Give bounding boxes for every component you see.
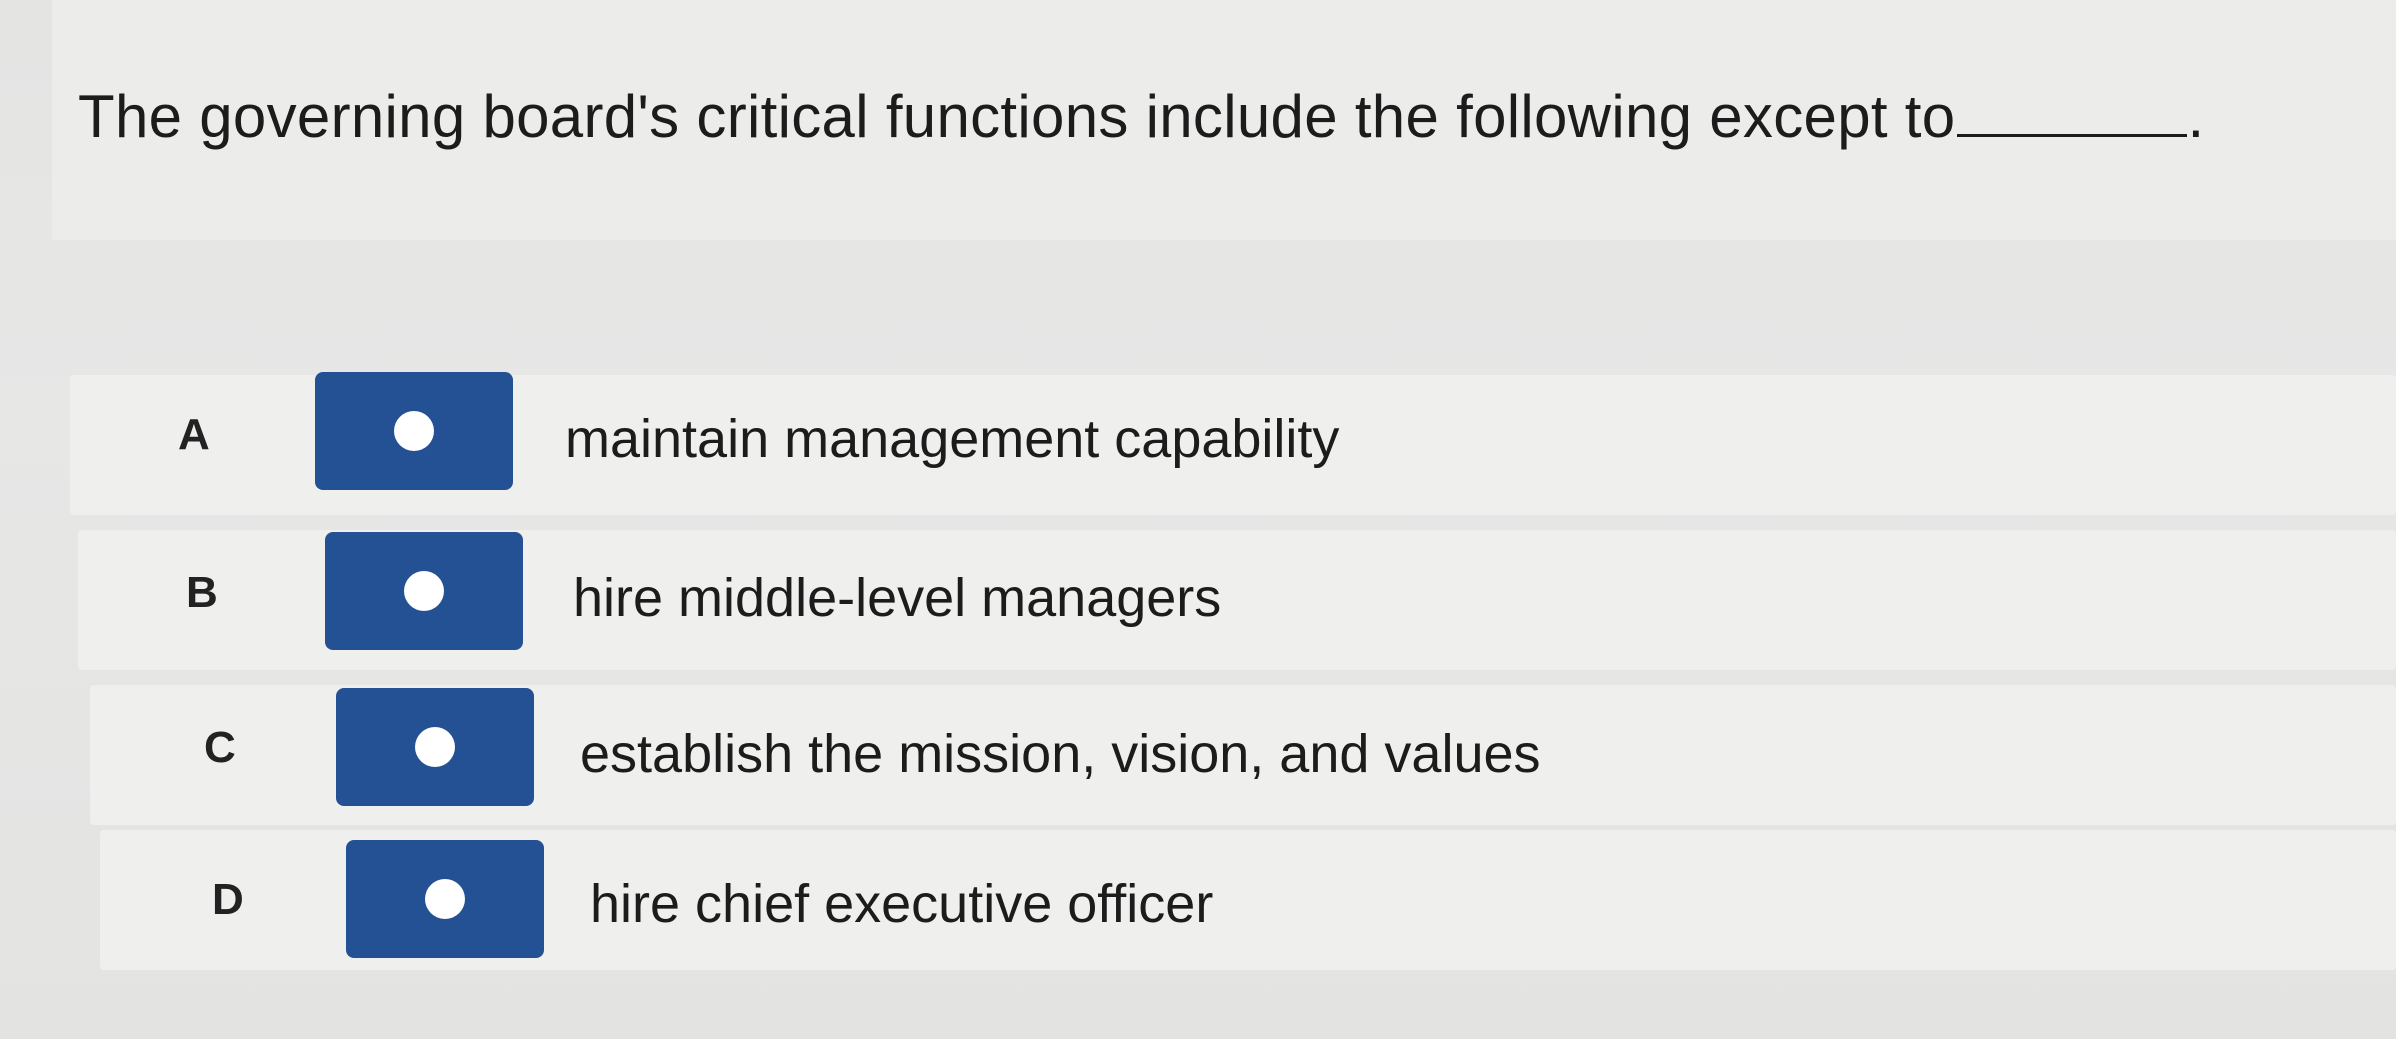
option-letter: A <box>178 410 210 459</box>
radio-button-a[interactable] <box>315 372 513 490</box>
radio-dot-icon <box>394 411 434 451</box>
radio-dot-icon <box>415 727 455 767</box>
radio-dot-icon <box>425 879 465 919</box>
radio-button-b[interactable] <box>325 532 523 650</box>
option-label[interactable]: hire middle-level managers <box>573 567 1221 629</box>
answer-options: A maintain management capability B hire … <box>0 0 2396 1039</box>
option-letter: D <box>212 875 244 924</box>
option-letter: B <box>186 568 218 617</box>
radio-button-d[interactable] <box>346 840 544 958</box>
radio-button-c[interactable] <box>336 688 534 806</box>
option-label[interactable]: establish the mission, vision, and value… <box>580 723 1541 785</box>
option-label[interactable]: maintain management capability <box>565 408 1339 470</box>
option-label[interactable]: hire chief executive officer <box>590 873 1213 935</box>
option-letter: C <box>204 723 236 772</box>
radio-dot-icon <box>404 571 444 611</box>
